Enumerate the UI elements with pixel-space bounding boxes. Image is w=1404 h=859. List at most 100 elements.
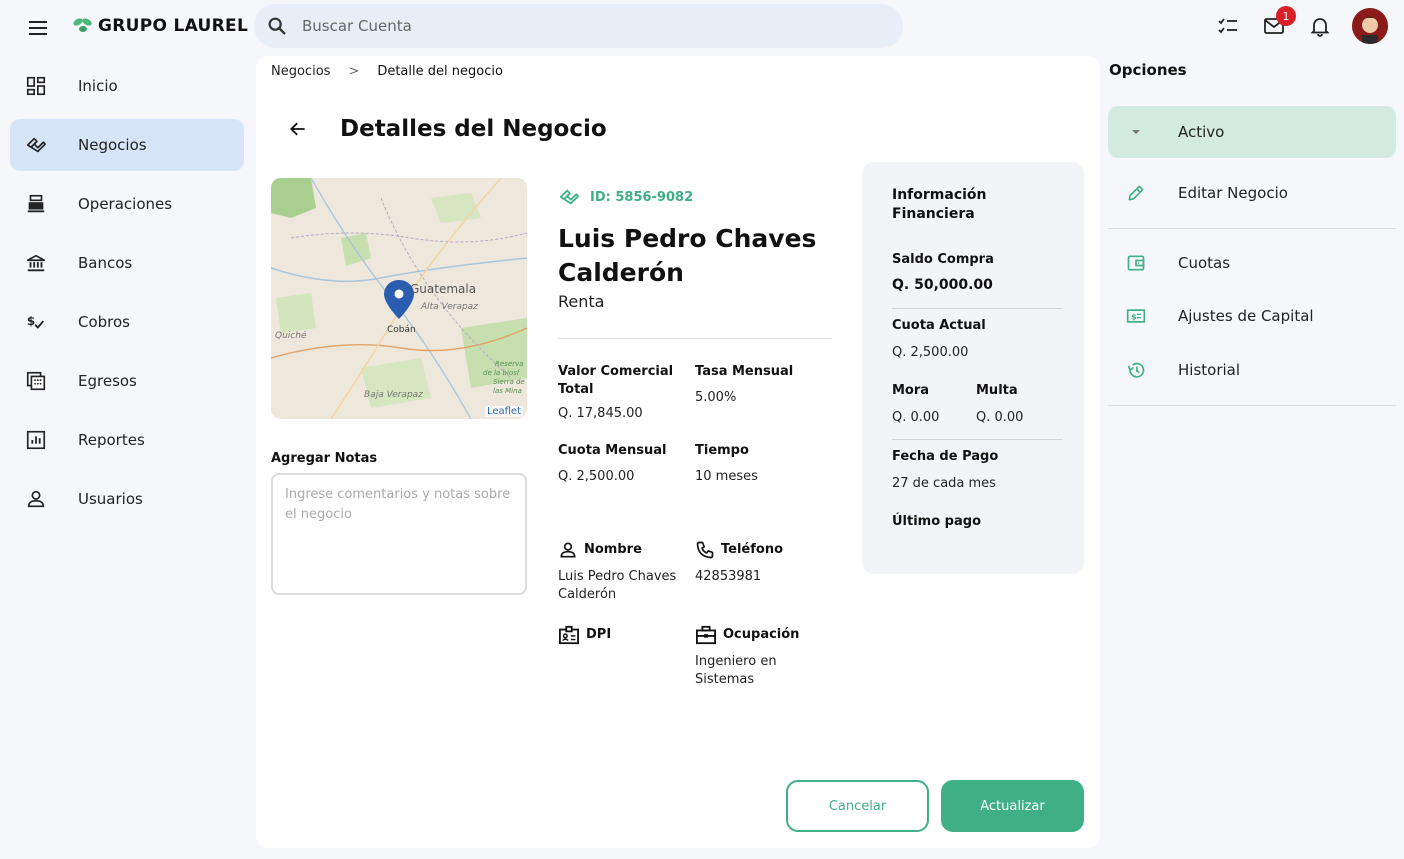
pencil-icon: [1124, 181, 1148, 205]
breadcrumb-negocios[interactable]: Negocios: [271, 64, 330, 79]
sidebar-item-label: Negocios: [78, 136, 147, 154]
sidebar: Inicio Negocios Operaciones Bancos $ Cob…: [0, 60, 254, 532]
sidebar-item-usuarios[interactable]: Usuarios: [10, 473, 244, 525]
map-label: Baja Verapaz: [364, 390, 423, 400]
chevron-right-icon: >: [348, 64, 360, 79]
field-label: Cuota Mensual: [558, 443, 667, 458]
options-title: Opciones: [1109, 61, 1187, 79]
field-label: DPI: [586, 627, 612, 642]
avatar[interactable]: [1352, 8, 1388, 44]
mail-icon[interactable]: 1: [1260, 6, 1296, 40]
field-label: Tasa Mensual: [695, 364, 794, 379]
history-icon: [1124, 358, 1148, 382]
caret-down-icon: [1124, 120, 1148, 144]
nombre: Nombre Luis Pedro Chaves Calderón: [558, 540, 692, 604]
briefcase-icon: [696, 625, 716, 645]
business-type: Renta: [558, 292, 605, 311]
location-map[interactable]: Guatemala Alta Verapaz Cobán Quiché Baja…: [271, 178, 527, 419]
option-label: Historial: [1178, 361, 1241, 379]
back-arrow-icon[interactable]: [286, 117, 310, 141]
divider: [892, 308, 1062, 309]
field-label: Valor Comercial Total: [558, 364, 674, 397]
finance-value: 27 de cada mes: [892, 476, 996, 491]
field-value: 42853981: [695, 569, 762, 584]
sidebar-item-reportes[interactable]: Reportes: [10, 414, 244, 466]
sidebar-item-negocios[interactable]: Negocios: [10, 119, 244, 171]
historial-option[interactable]: Historial: [1108, 344, 1396, 396]
sidebar-item-operaciones[interactable]: Operaciones: [10, 178, 244, 230]
money-icon: $: [1124, 304, 1148, 328]
svg-text:$: $: [1131, 311, 1137, 321]
field-value: Ingeniero en Sistemas: [695, 654, 777, 687]
field-value: 10 meses: [695, 469, 758, 484]
finance-value: Q. 0.00: [892, 410, 940, 425]
search-bar[interactable]: [254, 4, 903, 48]
business-name: Luis Pedro Chaves Calderón: [558, 224, 817, 287]
option-label: Editar Negocio: [1178, 184, 1288, 202]
leaf-logo-icon: [73, 18, 92, 32]
map-canvas: Guatemala Alta Verapaz Cobán Quiché Baja…: [271, 178, 527, 419]
search-input[interactable]: [302, 17, 862, 35]
update-button[interactable]: Actualizar: [941, 780, 1084, 832]
field-label: Nombre: [584, 542, 642, 557]
sidebar-item-label: Bancos: [78, 254, 133, 272]
field-label: Tiempo: [695, 443, 749, 458]
map-label: Cobán: [387, 325, 416, 335]
finance-label: Fecha de Pago: [892, 449, 999, 464]
ocupacion: Ocupación Ingeniero en Sistemas: [695, 625, 825, 689]
sidebar-item-label: Egresos: [78, 372, 137, 390]
finance-value: Q. 2,500.00: [892, 345, 969, 360]
finance-label: Cuota Actual: [892, 318, 986, 333]
finance-card: Información Financiera Saldo Compra Q. 5…: [862, 162, 1084, 574]
top-actions: 1: [1214, 6, 1388, 44]
map-label: Alta Verapaz: [420, 302, 478, 312]
map-label: Guatemala: [410, 282, 476, 296]
divider: [1108, 405, 1396, 406]
handshake-icon: [24, 133, 48, 157]
person-icon: [560, 542, 576, 558]
field-value: Q. 17,845.00: [558, 406, 643, 421]
finance-value: Q. 50,000.00: [892, 277, 993, 293]
ajustes-capital-option[interactable]: $ Ajustes de Capital: [1108, 290, 1396, 342]
status-dropdown[interactable]: Activo: [1108, 106, 1396, 158]
business-id-text: ID: 5856-9082: [590, 189, 694, 205]
valor-comercial: Valor Comercial Total Q. 17,845.00: [558, 363, 688, 423]
search-icon: [268, 17, 286, 35]
field-value: Luis Pedro Chaves Calderón: [558, 569, 677, 602]
sidebar-item-inicio[interactable]: Inicio: [10, 60, 244, 112]
sidebar-item-bancos[interactable]: Bancos: [10, 237, 244, 289]
id-badge-icon: [559, 625, 579, 645]
menu-icon[interactable]: [24, 14, 52, 42]
divider: [558, 338, 832, 339]
cuotas-option[interactable]: Cuotas: [1108, 237, 1396, 289]
field-value: Q. 2,500.00: [558, 469, 635, 484]
map-label: de la biosf: [483, 369, 521, 377]
report-icon: [24, 428, 48, 452]
phone-icon: [696, 541, 714, 559]
tasa-mensual: Tasa Mensual 5.00%: [695, 363, 825, 407]
map-attribution[interactable]: Leaflet: [484, 406, 523, 417]
logo[interactable]: GRUPO LAUREL: [72, 16, 248, 36]
sidebar-item-label: Inicio: [78, 77, 118, 95]
field-label: Ocupación: [723, 627, 800, 642]
top-bar: GRUPO LAUREL 1: [0, 0, 1404, 56]
sidebar-item-cobros[interactable]: $ Cobros: [10, 296, 244, 348]
notes-textarea[interactable]: [271, 473, 527, 595]
user-icon: [24, 487, 48, 511]
cancel-button[interactable]: Cancelar: [786, 780, 929, 832]
sidebar-item-egresos[interactable]: Egresos: [10, 355, 244, 407]
business-info: ID: 5856-9082 Luis Pedro Chaves Calderón…: [558, 186, 832, 312]
checklist-icon[interactable]: [1214, 12, 1242, 40]
dpi: DPI: [558, 625, 688, 645]
edit-business-option[interactable]: Editar Negocio: [1108, 167, 1396, 219]
finance-label: Multa: [976, 383, 1018, 398]
sidebar-item-label: Operaciones: [78, 195, 173, 213]
field-value: 5.00%: [695, 390, 737, 405]
logo-text: GRUPO LAUREL: [98, 16, 249, 36]
bell-icon[interactable]: [1306, 12, 1334, 40]
status-label: Activo: [1178, 123, 1225, 141]
map-label: Reserva: [495, 360, 523, 368]
sidebar-item-label: Usuarios: [78, 490, 143, 508]
field-label: Teléfono: [721, 542, 784, 557]
wallet-icon: [1124, 251, 1148, 275]
